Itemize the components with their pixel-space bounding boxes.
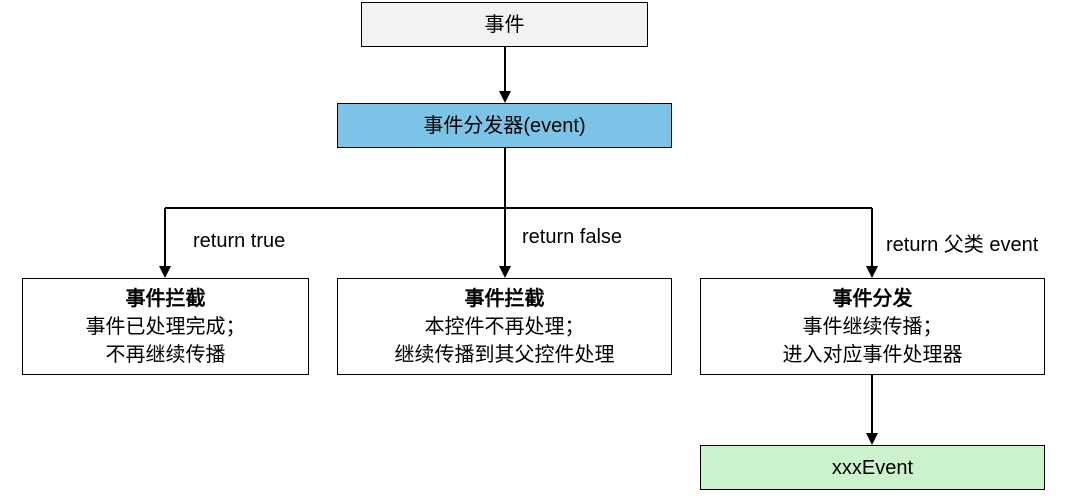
intercept-false-line2: 继续传播到其父控件处理 [395,341,615,369]
intercept-true-node: 事件拦截 事件已处理完成； 不再继续传播 [22,278,309,375]
dispatch-parent-title: 事件分发 [833,285,913,313]
dispatch-parent-line1: 事件继续传播； [803,313,943,341]
event-node: 事件 [361,2,648,47]
event-handler-label: xxxEvent [832,454,913,482]
intercept-true-line2: 不再继续传播 [106,341,226,369]
event-handler-node: xxxEvent [700,445,1045,490]
intercept-false-title: 事件拦截 [465,285,545,313]
dispatcher-node: 事件分发器(event) [337,103,672,148]
intercept-false-node: 事件拦截 本控件不再处理； 继续传播到其父控件处理 [337,278,672,375]
intercept-false-line1: 本控件不再处理； [425,313,585,341]
edge-label-right: return 父类 event [886,228,1038,257]
dispatch-parent-line2: 进入对应事件处理器 [783,341,963,369]
intercept-true-line1: 事件已处理完成； [86,313,246,341]
event-label: 事件 [485,11,525,39]
edge-label-middle: return false [522,226,622,249]
dispatch-parent-node: 事件分发 事件继续传播； 进入对应事件处理器 [700,278,1045,375]
dispatcher-label: 事件分发器(event) [423,112,585,140]
arrow-event-to-dispatcher [504,47,506,103]
edge-label-left: return true [193,230,285,253]
intercept-true-title: 事件拦截 [126,285,206,313]
